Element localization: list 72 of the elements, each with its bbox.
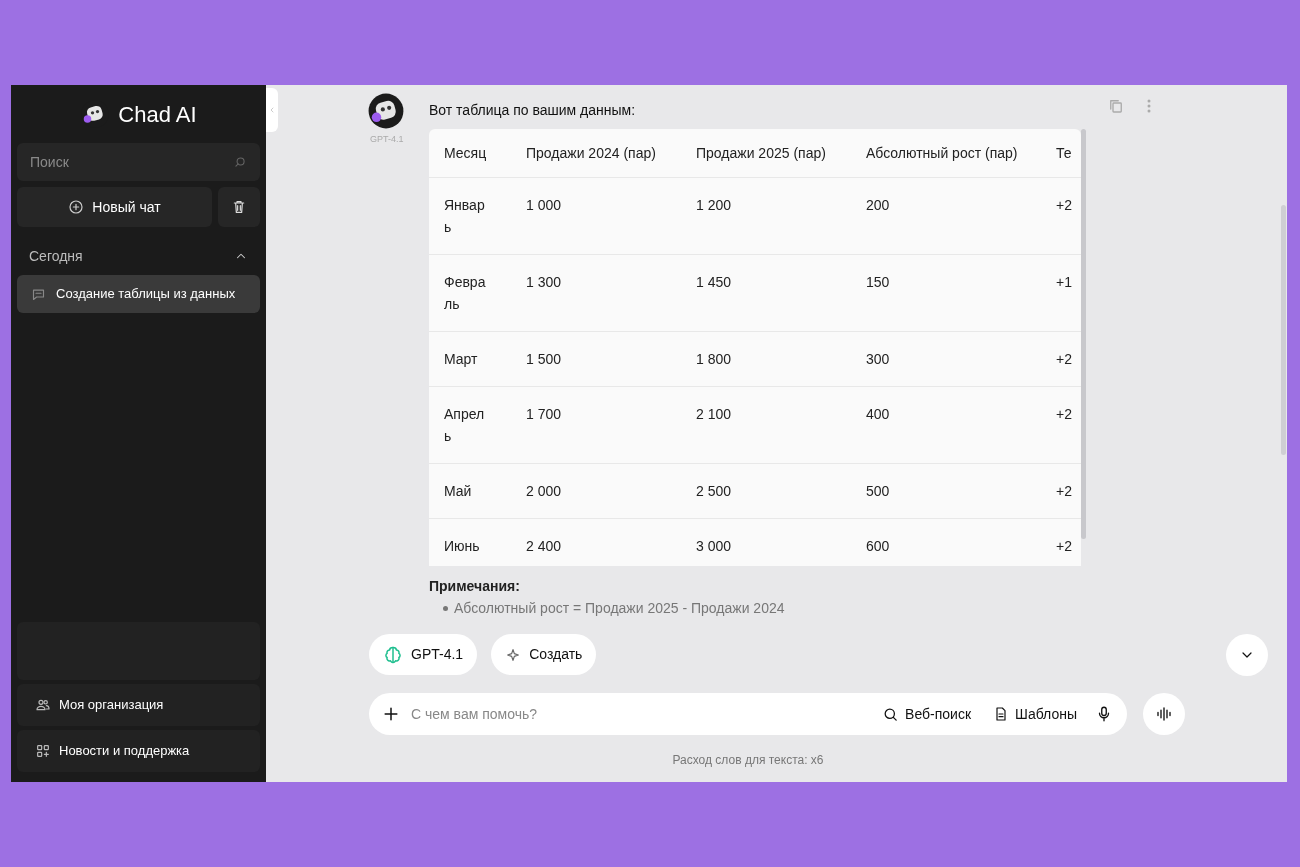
table-cell-text: Март bbox=[443, 350, 479, 369]
search-field[interactable]: Поиск bbox=[30, 151, 233, 173]
model-label: GPT-4.1 bbox=[370, 133, 404, 146]
table-cell-text: +1 bbox=[1055, 273, 1072, 292]
column-header: Месяц bbox=[443, 143, 488, 163]
table-cell-text: 600 bbox=[865, 537, 891, 556]
message-input[interactable]: С чем вам помочь? bbox=[411, 703, 867, 725]
people-icon bbox=[35, 697, 51, 713]
chat-item[interactable]: Создание таблицы из данных bbox=[17, 275, 260, 313]
plus-circle-icon bbox=[68, 199, 85, 215]
note-text: Абсолютный рост = Продажи 2025 - Продажи 2024 bbox=[454, 599, 785, 618]
table-cell-text: Апрель bbox=[443, 405, 486, 446]
column-header: Продажи 2024 (пар) bbox=[525, 143, 657, 163]
table-cell-text: +2 bbox=[1055, 196, 1072, 215]
web-search-button[interactable]: Веб-поиск bbox=[876, 703, 978, 725]
sound-wave-icon bbox=[1155, 705, 1173, 723]
table-cell-text: 1 300 bbox=[525, 273, 563, 292]
section-title: Сегодня bbox=[29, 246, 83, 266]
table-cell-text: 1 800 bbox=[695, 350, 733, 369]
chevron-left-icon bbox=[268, 106, 276, 114]
table-cell-text: 200 bbox=[865, 196, 891, 215]
composer-bar[interactable]: С чем вам помочь? Веб-поиск Шаблоны bbox=[369, 693, 1127, 735]
table-cell-text: 3 000 bbox=[695, 537, 733, 556]
table-cell-text: 2 000 bbox=[525, 482, 563, 501]
sparkle-icon bbox=[505, 646, 522, 663]
model-chip[interactable]: GPT-4.1 bbox=[369, 634, 478, 675]
table-cell-text: +2 bbox=[1055, 537, 1072, 556]
column-header: Продажи 2025 (пар) bbox=[695, 143, 827, 163]
table-cell-text: 1 200 bbox=[695, 196, 733, 215]
section-header[interactable]: Сегодня bbox=[17, 243, 260, 269]
table-cell-text: 1 700 bbox=[525, 405, 563, 424]
intro-text: Вот таблица по вашим данным: bbox=[429, 101, 637, 120]
bullet-icon bbox=[443, 605, 448, 611]
usage-note: Расход слов для текста: x6 bbox=[672, 752, 824, 769]
table-cell-text: Июнь bbox=[443, 537, 481, 556]
search-bar[interactable]: Поиск bbox=[17, 143, 260, 181]
notes-title: Примечания: bbox=[429, 577, 521, 596]
table-cell-text: 2 100 bbox=[695, 405, 733, 424]
brain-icon bbox=[383, 644, 403, 665]
table-cell-text: 1 450 bbox=[695, 273, 733, 292]
table-cell-text: 2 500 bbox=[695, 482, 733, 501]
app-name: Chad AI bbox=[118, 100, 197, 129]
grid-plus-icon bbox=[35, 743, 51, 759]
table-cell-text: Май bbox=[443, 482, 473, 501]
table-cell-text: +2 bbox=[1055, 482, 1072, 501]
voice-mode-button[interactable] bbox=[1143, 693, 1185, 735]
news-support-button[interactable]: Новости и поддержка bbox=[17, 730, 260, 772]
table-cell-text: 1 500 bbox=[525, 350, 563, 369]
delete-button[interactable] bbox=[218, 187, 260, 227]
search-icon bbox=[233, 155, 247, 169]
robot-logo-icon bbox=[367, 92, 405, 130]
new-chat-button[interactable]: Новый чат bbox=[17, 187, 212, 227]
table-cell-text: +2 bbox=[1055, 405, 1072, 424]
copy-icon bbox=[1107, 97, 1125, 115]
organization-button[interactable]: Моя организация bbox=[17, 684, 260, 726]
table-cell-text: 1 000 bbox=[525, 196, 563, 215]
collapse-sidebar-handle[interactable] bbox=[266, 88, 278, 132]
table-cell-text: Январь bbox=[443, 196, 486, 237]
templates-button[interactable]: Шаблоны bbox=[987, 703, 1083, 725]
table-cell-text: 500 bbox=[865, 482, 891, 501]
table-cell-text: Февраль bbox=[443, 273, 487, 314]
trash-icon bbox=[231, 199, 247, 215]
table-cell-text: 400 bbox=[865, 405, 891, 424]
more-options-icon bbox=[1147, 99, 1151, 113]
create-chip[interactable]: Создать bbox=[491, 634, 597, 675]
table-cell-text: 300 bbox=[865, 350, 891, 369]
table-cell-text: 150 bbox=[865, 273, 891, 292]
column-header: Те bbox=[1055, 143, 1072, 163]
table-cell-text: +2 bbox=[1055, 350, 1072, 369]
table-cell-text: 2 400 bbox=[525, 537, 563, 556]
column-header: Абсолютный рост (пар) bbox=[865, 143, 1019, 163]
chat-bubble-icon bbox=[31, 286, 46, 302]
